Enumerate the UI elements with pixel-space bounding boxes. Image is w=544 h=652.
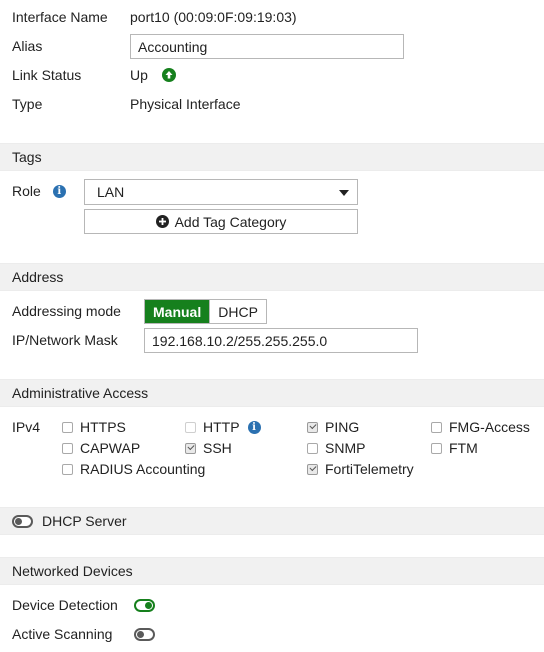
addressing-mode-toggle[interactable]: Manual DHCP (144, 299, 267, 324)
http-checkbox-label: HTTP (203, 419, 240, 435)
toggle-icon (145, 602, 152, 609)
interface-name-row: Interface Name port10 (00:09:0F:09:19:03… (12, 9, 297, 25)
link-status-row: Link Status Up (12, 67, 176, 83)
toggle-icon (15, 517, 22, 525)
ping-checkbox-label: PING (325, 419, 360, 435)
fmg-access-checkbox-label: FMG-Access (449, 419, 530, 435)
link-status-label: Link Status (12, 67, 82, 83)
ssh-checkbox-label: SSH (203, 440, 232, 456)
fmg-access-checkbox[interactable]: FMG-Access (431, 419, 530, 435)
capwap-checkbox-label: CAPWAP (80, 440, 141, 456)
arrow-up-circle-icon (161, 68, 176, 82)
address-section-header: Address (0, 263, 544, 291)
fortitelemetry-checkbox-box[interactable] (307, 463, 318, 475)
addressing-mode-label: Addressing mode (12, 303, 121, 319)
alias-input[interactable]: Accounting (130, 34, 404, 59)
toggle-icon (137, 631, 144, 638)
add-tag-category-button[interactable]: Add Tag Category (84, 209, 358, 234)
link-status-value: Up (130, 67, 148, 83)
active-scanning-toggle[interactable] (134, 628, 155, 641)
interface-name-value: port10 (00:09:0F:09:19:03) (130, 9, 297, 25)
snmp-checkbox-box[interactable] (307, 442, 318, 454)
type-value: Physical Interface (130, 96, 241, 112)
radius-accounting-checkbox[interactable]: RADIUS Accounting (62, 461, 205, 477)
dhcp-server-toggle[interactable] (12, 514, 33, 528)
fmg-access-checkbox-box[interactable] (431, 421, 442, 433)
ssh-checkbox-box[interactable] (185, 442, 196, 454)
device-detection-label: Device Detection (12, 597, 118, 613)
add-tag-category-label: Add Tag Category (174, 213, 287, 230)
ip-mask-label: IP/Network Mask (12, 332, 118, 348)
snmp-checkbox-label: SNMP (325, 440, 366, 456)
active-scanning-row: Active Scanning (12, 626, 112, 642)
tags-section-header: Tags (0, 143, 544, 171)
admin-access-section-header: Administrative Access (0, 379, 544, 407)
http-checkbox-box[interactable] (185, 421, 196, 433)
interface-name-label: Interface Name (12, 9, 108, 25)
role-select-value: LAN (97, 184, 125, 200)
addressing-mode-row: Addressing mode (12, 303, 121, 319)
ssh-checkbox[interactable]: SSH (185, 440, 232, 456)
capwap-checkbox-box[interactable] (62, 442, 73, 454)
radius-accounting-checkbox-label: RADIUS Accounting (80, 461, 206, 477)
https-checkbox-label: HTTPS (80, 419, 126, 435)
mode-manual-button[interactable]: Manual (145, 300, 210, 323)
ftm-checkbox[interactable]: FTM (431, 440, 478, 456)
dhcp-server-section-header: DHCP Server (0, 507, 544, 535)
snmp-checkbox[interactable]: SNMP (307, 440, 365, 456)
alias-label: Alias (12, 38, 43, 54)
ip-mask-row: IP/Network Mask (12, 332, 118, 348)
fortitelemetry-checkbox-label: FortiTelemetry (325, 461, 414, 477)
caret-down-icon (339, 190, 349, 196)
http-checkbox[interactable]: HTTP i (185, 419, 261, 435)
ip-mask-input[interactable]: 192.168.10.2/255.255.255.0 (144, 328, 418, 353)
mode-dhcp-button[interactable]: DHCP (209, 300, 266, 323)
capwap-checkbox[interactable]: CAPWAP (62, 440, 140, 456)
active-scanning-label: Active Scanning (12, 626, 113, 642)
fortitelemetry-checkbox[interactable]: FortiTelemetry (307, 461, 414, 477)
https-checkbox[interactable]: HTTPS (62, 419, 126, 435)
type-label: Type (12, 96, 43, 112)
type-row: Type Physical Interface (12, 96, 241, 112)
ftm-checkbox-label: FTM (449, 440, 478, 456)
dhcp-server-label: DHCP Server (42, 513, 127, 529)
ftm-checkbox-box[interactable] (431, 442, 442, 454)
ipv4-row: IPv4 (12, 419, 40, 435)
device-detection-row: Device Detection (12, 597, 118, 613)
plus-circle-icon (155, 215, 169, 228)
ping-checkbox[interactable]: PING (307, 419, 359, 435)
info-icon[interactable]: i (52, 184, 66, 198)
role-select[interactable]: LAN (84, 179, 358, 205)
device-detection-toggle[interactable] (134, 599, 155, 612)
role-label: Role (12, 183, 41, 199)
https-checkbox-box[interactable] (62, 421, 73, 433)
alias-row: Alias (12, 38, 42, 54)
networked-devices-section-header: Networked Devices (0, 557, 544, 585)
ipv4-label: IPv4 (12, 419, 41, 435)
ping-checkbox-box[interactable] (307, 421, 318, 433)
info-icon[interactable]: i (247, 420, 261, 434)
role-row: Role i (12, 183, 66, 199)
radius-accounting-checkbox-box[interactable] (62, 463, 73, 475)
